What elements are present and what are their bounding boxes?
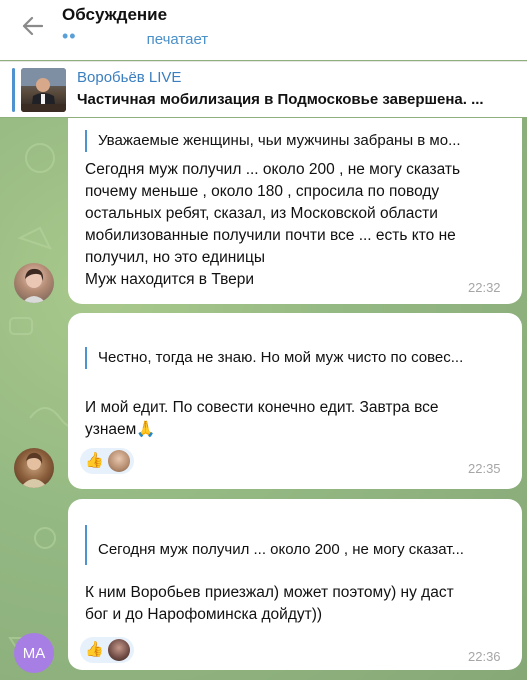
avatar[interactable]: MA [14,633,54,673]
reactions-pill[interactable]: 👍 [80,448,134,474]
message-bubble[interactable]: Сегодня муж получил ... около 200 , не м… [68,499,522,670]
avatar-initials: MA [22,644,46,662]
message-line: Муж находится в Твери [85,271,255,288]
thumbs-up-icon: 👍 [85,452,104,469]
message-text: Сегодня муж получил ... около 200 , не м… [85,159,515,291]
message-line: остальных ребят, сказал, из Московской о… [85,205,438,222]
avatar[interactable] [14,448,54,488]
reactions-pill[interactable]: 👍 [80,637,134,663]
chat-title: Обсуждение [62,5,168,24]
message-line: почему меньше , около 180 , спросила по … [85,183,440,200]
message-line: узнаем🙏 [85,421,156,438]
thumbs-up-icon: 👍 [85,641,104,658]
pinned-accent-bar [12,68,15,112]
reply-quote[interactable]: Честно, тогда не знаю. Но мой муж чисто … [85,347,510,369]
pinned-message-text: Частичная мобилизация в Подмосковье заве… [77,91,484,108]
message-text: И мой едит. По совести конечно едит. Зав… [85,397,515,441]
reaction-avatar [107,639,130,661]
message-line: Сегодня муж получил ... около 200 , не м… [85,161,461,178]
chat-header: Обсуждение •• печатает [0,0,527,60]
message-line: К ним Воробьев приезжал) может поэтому) … [85,584,454,601]
back-arrow-icon[interactable] [18,12,46,40]
message-time: 22:32 [468,280,501,295]
typing-dots-icon: •• [62,26,77,46]
message-bubble[interactable]: Уважаемые женщины, чьи мужчины забраны в… [68,118,522,304]
typing-user-name [77,34,147,44]
avatar[interactable] [14,263,54,303]
reply-author [98,525,510,539]
reply-quote[interactable]: Сегодня муж получил ... около 200 , не м… [85,525,510,565]
chat-area[interactable]: Уважаемые женщины, чьи мужчины забраны в… [0,118,527,680]
typing-indicator: •• печатает [62,26,209,48]
pinned-message[interactable]: Воробьёв LIVE Частичная мобилизация в По… [0,61,527,117]
message-line: получил, но это единицы [85,249,265,266]
message-line: И мой едит. По совести конечно едит. Зав… [85,399,439,416]
typing-status: печатает [146,30,209,48]
message-time: 22:36 [468,649,501,664]
pinned-thumbnail [21,68,66,112]
reaction-avatar [107,450,130,472]
message-bubble[interactable]: Честно, тогда не знаю. Но мой муж чисто … [68,313,522,489]
reply-quote[interactable]: Уважаемые женщины, чьи мужчины забраны в… [85,130,510,152]
message-time: 22:35 [468,461,501,476]
message-text: К ним Воробьев приезжал) может поэтому) … [85,582,515,626]
pinned-channel-name: Воробьёв LIVE [77,69,182,86]
message-line: мобилизованные получили почти все ... ес… [85,227,456,244]
reply-text: Сегодня муж получил ... около 200 , не м… [98,541,464,558]
message-line: бог и до Нарофоминска дойдут)) [85,606,323,623]
